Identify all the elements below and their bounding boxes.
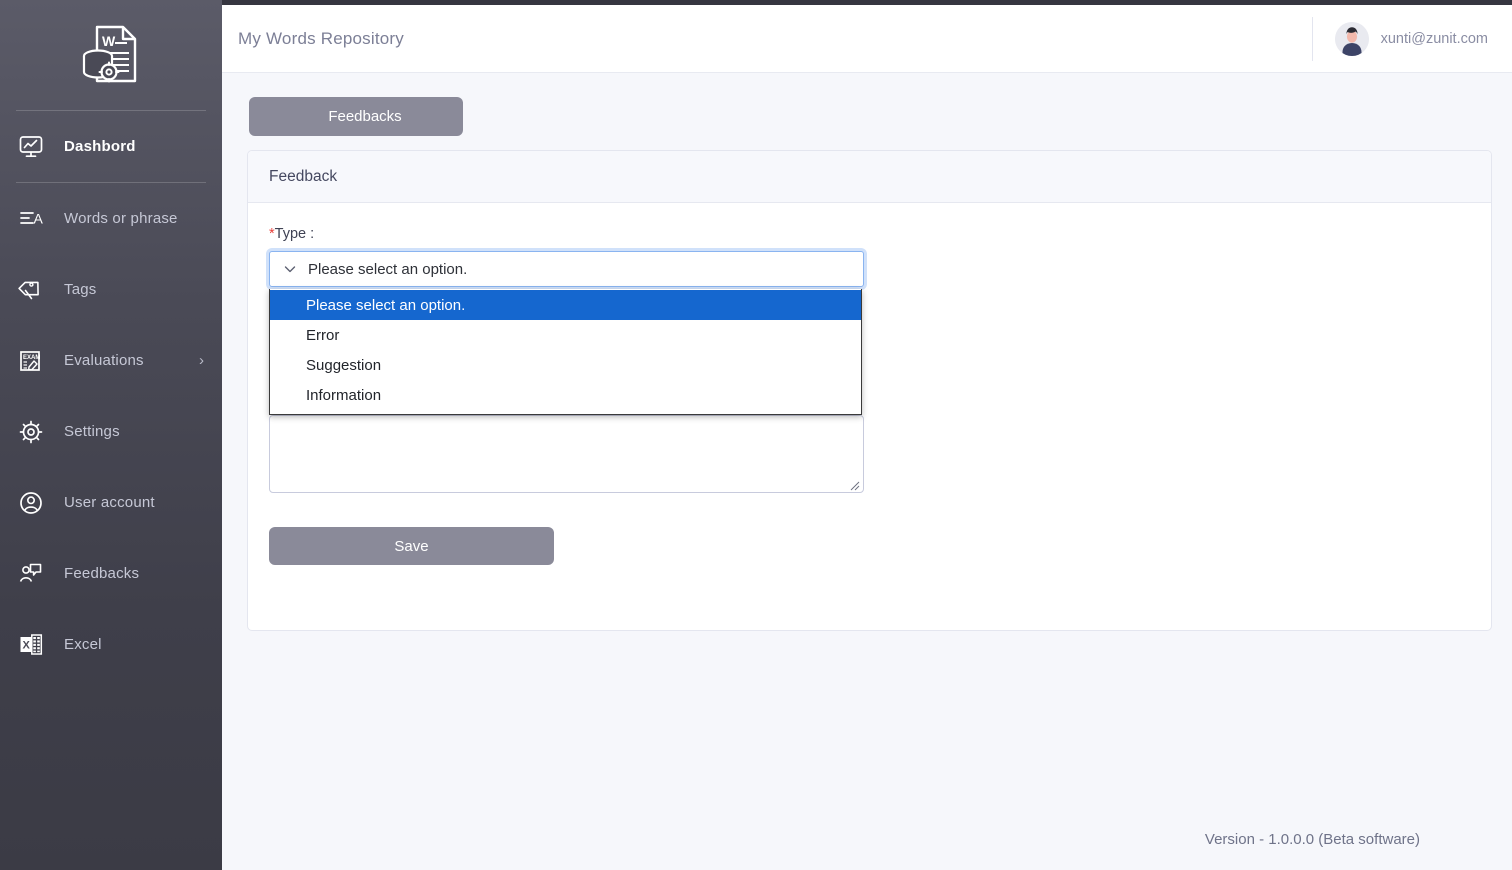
gear-icon xyxy=(14,415,48,449)
page-title: My Words Repository xyxy=(238,28,404,48)
svg-text:EXAM: EXAM xyxy=(23,355,40,361)
type-field-label: *Type : xyxy=(269,226,1470,242)
card-body: *Type : Please select an option. Please … xyxy=(248,203,1491,565)
card-title: Feedback xyxy=(269,167,338,185)
option-error[interactable]: Error xyxy=(270,320,861,350)
svg-text:W: W xyxy=(102,33,116,49)
sidebar-item-user-account[interactable]: User account xyxy=(0,467,222,538)
sidebar-item-label: Dashbord xyxy=(64,138,136,155)
user-circle-icon xyxy=(14,486,48,520)
tags-icon xyxy=(14,273,48,307)
sidebar-item-label: Excel xyxy=(64,636,102,653)
sidebar-item-label: User account xyxy=(64,494,155,511)
chevron-right-icon[interactable]: › xyxy=(199,352,204,369)
sidebar-item-label: Tags xyxy=(64,281,97,298)
sidebar-item-label: Evaluations xyxy=(64,352,144,369)
save-button[interactable]: Save xyxy=(269,527,554,565)
sidebar-item-words-or-phrase[interactable]: A Words or phrase xyxy=(0,183,222,254)
feedback-card: Feedback *Type : Please select an option… xyxy=(247,150,1492,631)
resize-grip-icon[interactable] xyxy=(849,478,860,491)
user-menu[interactable]: xunti@zunit.com xyxy=(1311,16,1488,61)
excel-file-icon: X xyxy=(14,628,48,662)
sidebar-item-excel[interactable]: X Excel xyxy=(0,609,222,680)
description-textarea[interactable] xyxy=(269,415,864,493)
sidebar-item-evaluations[interactable]: EXAM Evaluations › xyxy=(0,325,222,396)
svg-text:A: A xyxy=(34,210,44,226)
sidebar-item-label: Settings xyxy=(64,423,120,440)
sidebar-item-label: Feedbacks xyxy=(64,565,140,582)
sidebar-item-dashbord[interactable]: Dashbord xyxy=(0,111,222,182)
svg-text:X: X xyxy=(23,639,31,651)
type-label-text: Type : xyxy=(274,226,315,242)
dashboard-monitor-chart-icon xyxy=(14,130,48,164)
option-please-select[interactable]: Please select an option. xyxy=(270,290,861,320)
app-logo[interactable]: W xyxy=(0,0,222,110)
option-suggestion[interactable]: Suggestion xyxy=(270,350,861,380)
word-document-database-gear-icon: W xyxy=(82,25,137,83)
chevron-down-icon xyxy=(282,261,298,277)
sidebar-item-tags[interactable]: Tags xyxy=(0,254,222,325)
type-select-value: Please select an option. xyxy=(308,260,468,278)
content-area: Feedbacks Feedback *Type : Please select… xyxy=(222,73,1512,870)
type-select-wrapper: Please select an option. Please select a… xyxy=(269,251,864,415)
tab-feedbacks[interactable]: Feedbacks xyxy=(249,97,463,136)
text-lines-a-icon: A xyxy=(14,202,48,236)
exam-checklist-icon: EXAM xyxy=(14,344,48,378)
type-select[interactable]: Please select an option. xyxy=(269,251,864,287)
sidebar-item-label: Words or phrase xyxy=(64,210,178,227)
option-information[interactable]: Information xyxy=(270,380,861,410)
person-speech-bubble-icon xyxy=(14,557,48,591)
sidebar-item-settings[interactable]: Settings xyxy=(0,396,222,467)
page-header: My Words Repository xunti@zunit.com xyxy=(222,5,1512,73)
type-select-options: Please select an option. Error Suggestio… xyxy=(269,289,862,415)
user-email: xunti@zunit.com xyxy=(1380,30,1488,47)
app-root: W Dashbord A Words or phrase Tags EXAM E… xyxy=(0,0,1512,870)
sidebar: W Dashbord A Words or phrase Tags EXAM E… xyxy=(0,0,222,870)
card-header: Feedback xyxy=(248,151,1491,203)
version-label: Version - 1.0.0.0 (Beta software) xyxy=(1204,831,1420,848)
avatar xyxy=(1334,21,1369,56)
sidebar-item-feedbacks[interactable]: Feedbacks xyxy=(0,538,222,609)
